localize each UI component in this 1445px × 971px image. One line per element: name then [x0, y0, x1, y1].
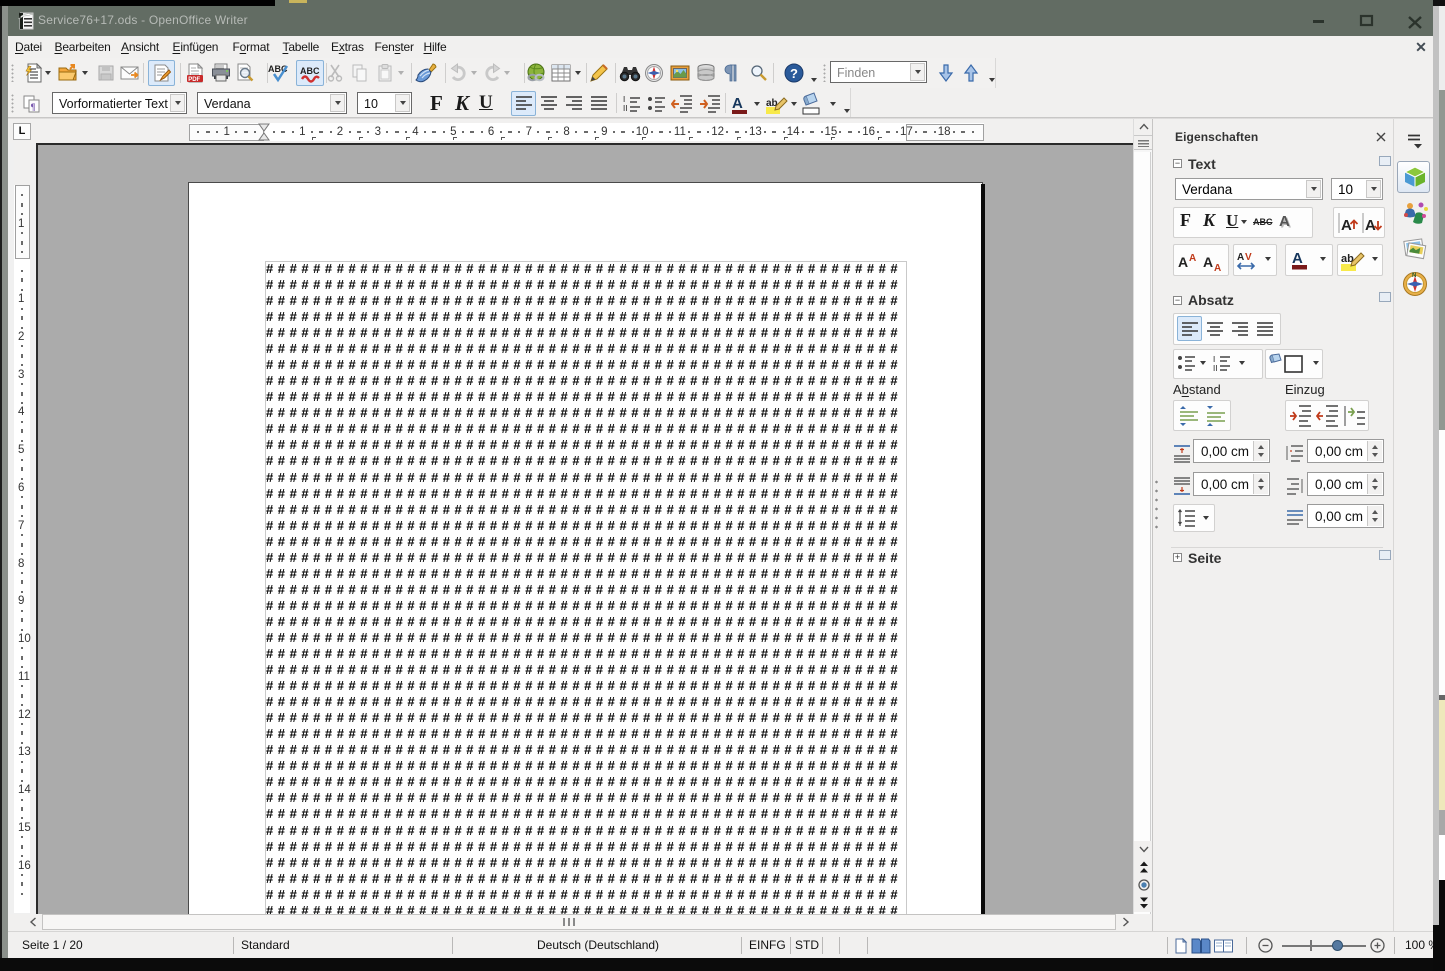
- svg-text:II: II: [1213, 364, 1217, 373]
- svg-text:II: II: [623, 104, 627, 113]
- svg-text:A: A: [732, 95, 743, 112]
- svg-text:N: N: [1412, 273, 1416, 279]
- svg-text:A: A: [1189, 253, 1196, 264]
- svg-text:¶: ¶: [31, 102, 36, 112]
- svg-text:A: A: [1214, 263, 1221, 273]
- svg-text:ABC: ABC: [300, 66, 320, 76]
- svg-text:?: ?: [790, 66, 798, 81]
- svg-text:A: A: [1178, 254, 1188, 270]
- svg-text:A: A: [1237, 252, 1244, 263]
- svg-text:I: I: [623, 95, 625, 104]
- svg-text:A: A: [1365, 217, 1376, 234]
- svg-text:A: A: [1292, 250, 1303, 267]
- svg-text:A: A: [1203, 254, 1213, 270]
- svg-text:I: I: [1213, 355, 1215, 364]
- svg-text:PDF: PDF: [188, 77, 200, 83]
- svg-text:V: V: [1245, 252, 1252, 263]
- svg-text:A: A: [1341, 217, 1352, 234]
